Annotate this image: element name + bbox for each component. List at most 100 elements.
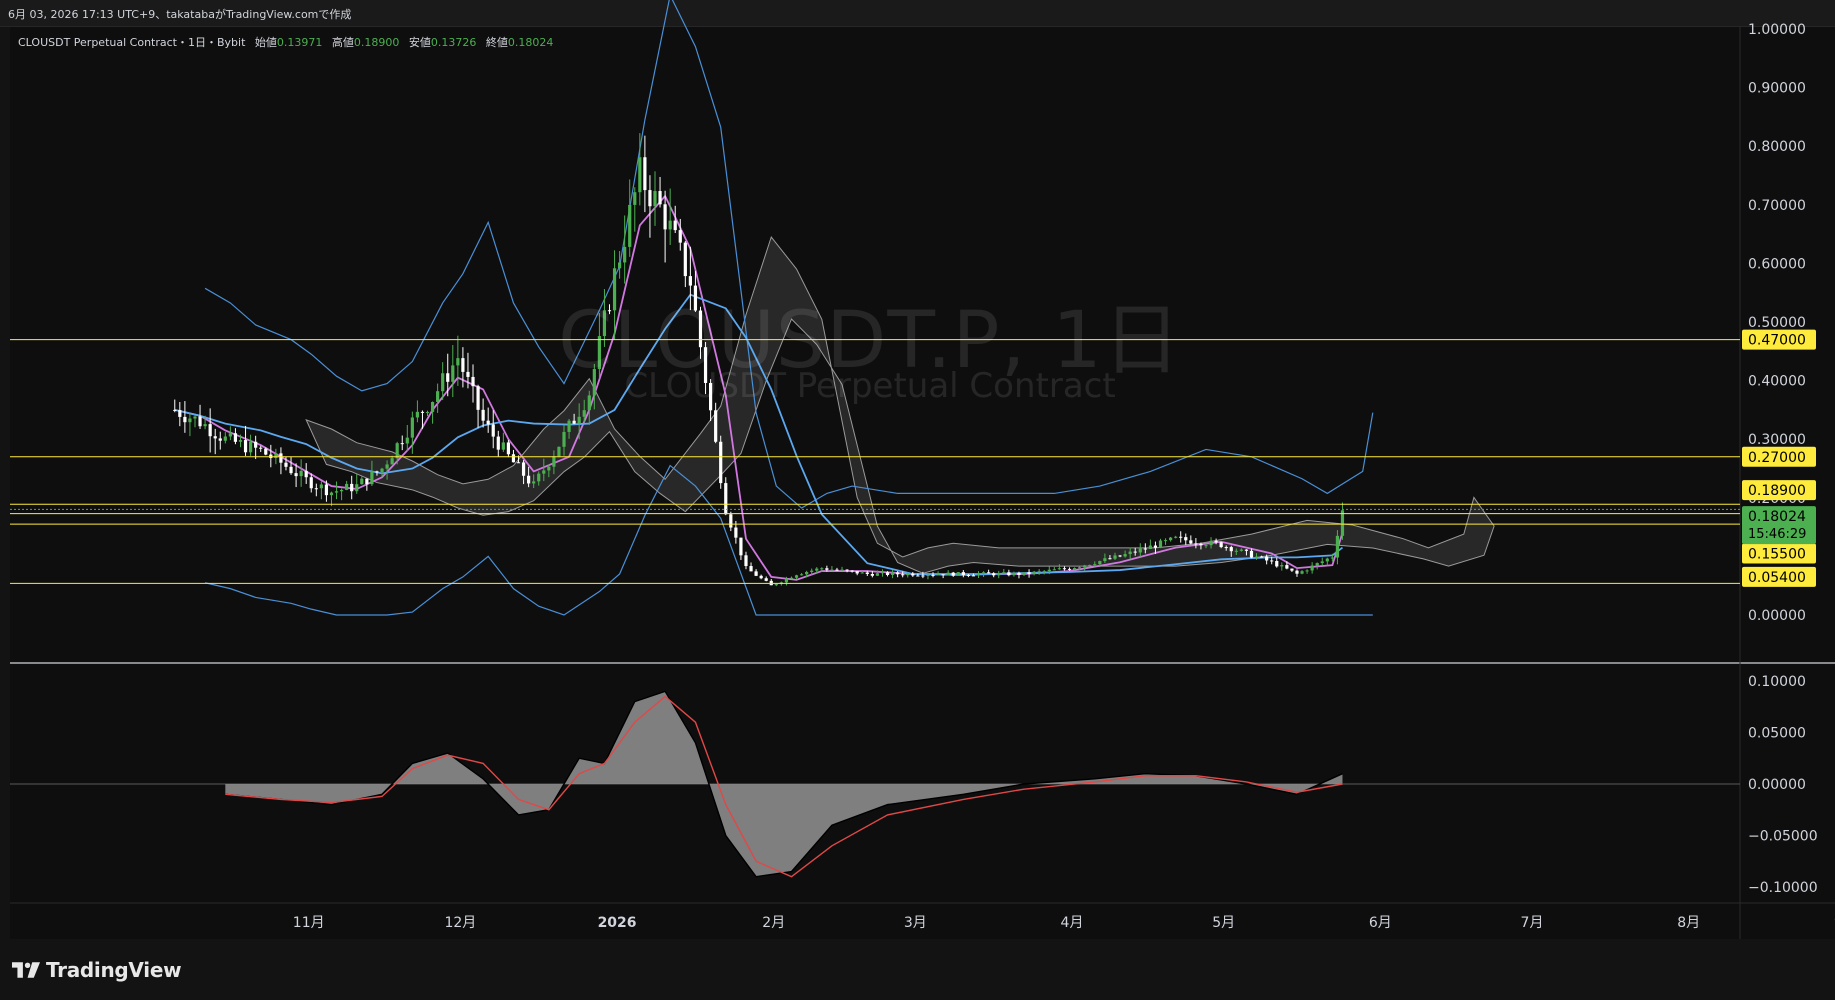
price-pane[interactable]	[10, 27, 1740, 663]
candle-up	[223, 436, 227, 441]
candle-down	[1265, 556, 1269, 561]
candle-up	[587, 395, 591, 411]
candle-down	[845, 569, 849, 571]
candle-down	[825, 568, 829, 570]
candle-up	[390, 458, 394, 465]
candle-up	[1163, 540, 1168, 542]
candle-down	[1199, 543, 1203, 546]
candle-up	[623, 246, 627, 263]
candle-down	[916, 575, 920, 577]
candle-up	[1123, 554, 1127, 557]
candle-up	[1042, 571, 1046, 573]
candle-up	[1032, 571, 1036, 575]
candle-up	[1320, 561, 1324, 564]
candle-up	[1113, 555, 1117, 559]
candle-down	[688, 276, 692, 286]
candle-down	[1108, 558, 1112, 560]
candle-down	[643, 157, 647, 191]
candle-up	[1083, 565, 1087, 568]
candle-down	[1194, 543, 1198, 545]
candle-up	[1234, 550, 1238, 552]
symbol-title: CLOUSDT Perpetual Contract・1日・Bybit	[18, 36, 246, 49]
chart-canvas[interactable]: 1.00000 0.90000 0.80000 0.70000 0.60000 0.500…	[0, 0, 1835, 940]
candle-up	[860, 572, 864, 574]
candle-up	[193, 416, 197, 419]
candle-down	[400, 443, 404, 445]
candle-down	[896, 572, 900, 575]
candle-up	[537, 473, 541, 482]
candle-up	[1037, 571, 1041, 573]
candle-down	[714, 410, 718, 442]
candle-up	[1305, 570, 1309, 572]
candle-up	[552, 456, 556, 467]
macd-axis-tick: 0.10000	[1748, 674, 1806, 690]
candle-up	[890, 572, 895, 575]
candle-down	[466, 371, 470, 377]
candle-down	[673, 220, 677, 231]
candle-down	[1017, 572, 1021, 575]
candle-up	[653, 191, 657, 207]
candle-down	[885, 572, 890, 575]
candle-up	[567, 420, 571, 432]
candle-up	[784, 578, 789, 583]
candle-down	[739, 537, 743, 556]
candle-up	[815, 568, 819, 571]
price-axis-tick: 0.30000	[1748, 432, 1806, 448]
candle-down	[992, 573, 996, 576]
candle-down	[683, 242, 687, 277]
candle-up	[926, 574, 930, 576]
candle-down	[218, 438, 222, 441]
candle-up	[1098, 561, 1102, 565]
candle-down	[1214, 540, 1218, 543]
candle-up	[810, 570, 814, 572]
candle-down	[759, 575, 763, 579]
candle-up	[415, 411, 420, 418]
candle-up	[946, 572, 950, 576]
candle-up	[638, 157, 642, 193]
candle-up	[430, 402, 435, 412]
candle-up	[592, 369, 596, 396]
candle-up	[395, 443, 399, 459]
candle-down	[693, 285, 698, 311]
candle-up	[1335, 535, 1340, 558]
candle-up	[1072, 568, 1077, 570]
candle-up	[425, 411, 430, 413]
candle-down	[1219, 542, 1223, 548]
candle-up	[228, 433, 232, 437]
candle-down	[1189, 540, 1193, 544]
candle-up	[628, 204, 632, 247]
candle-up	[1209, 540, 1213, 546]
candle-up	[794, 575, 799, 578]
candle-down	[607, 310, 612, 312]
candle-up	[532, 481, 536, 484]
candle-down	[461, 358, 465, 372]
candle-down	[1249, 550, 1254, 558]
bar-countdown: 15:46:29	[1748, 527, 1806, 542]
candle-up	[405, 437, 409, 444]
candle-down	[931, 574, 935, 576]
macd-pane[interactable]	[10, 663, 1740, 903]
time-axis[interactable]	[10, 903, 1740, 939]
candle-up	[906, 573, 910, 576]
time-axis-tick: 5月	[1212, 915, 1235, 931]
candle-down	[375, 471, 379, 473]
close-label: 終値	[485, 36, 508, 49]
candle-down	[511, 454, 516, 463]
candle-up	[501, 442, 505, 450]
candle-up	[1325, 558, 1329, 562]
candle-down	[481, 409, 485, 421]
candle-up	[238, 440, 243, 442]
candle-down	[289, 466, 293, 474]
candle-up	[319, 484, 323, 489]
low-value: 0.13726	[430, 36, 477, 49]
tradingview-logo[interactable]: TradingView	[12, 958, 182, 982]
candle-up	[203, 424, 207, 427]
candle-down	[850, 570, 854, 572]
candle-down	[527, 475, 531, 484]
candle-down	[678, 230, 682, 243]
candle-down	[865, 572, 869, 574]
candle-up	[355, 484, 359, 492]
candle-up	[789, 577, 794, 579]
time-axis-tick: 3月	[904, 915, 927, 931]
candle-down	[941, 574, 945, 576]
